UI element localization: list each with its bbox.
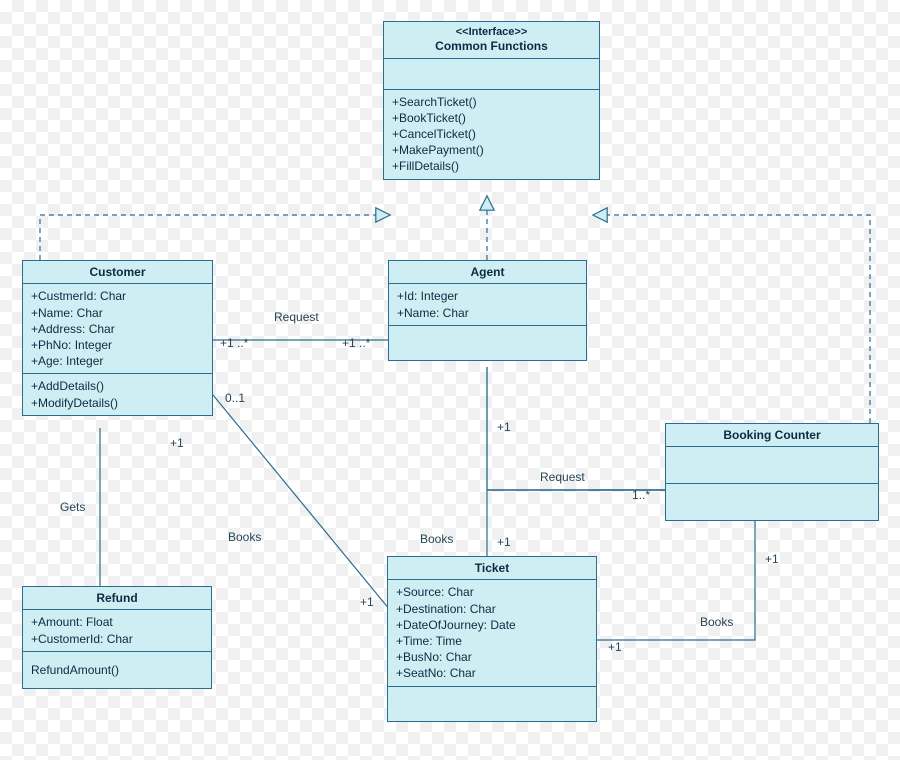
multiplicity: +1	[765, 552, 779, 566]
operations-compartment	[666, 484, 878, 520]
attribute: +Amount: Float	[31, 614, 203, 630]
operations-compartment	[389, 326, 586, 360]
stereotype-label: <<Interface>>	[390, 26, 593, 39]
attribute: +Name: Char	[31, 305, 204, 321]
attribute: +Id: Integer	[397, 288, 578, 304]
operation: +AddDetails()	[31, 378, 204, 394]
operation: +FillDetails()	[392, 158, 591, 174]
class-name: Ticket	[388, 557, 596, 580]
class-refund[interactable]: Refund +Amount: Float +CustomerId: Char …	[22, 586, 212, 689]
operation: +CancelTicket()	[392, 126, 591, 142]
multiplicity: 1..*	[632, 488, 650, 502]
assoc-label-request: Request	[540, 470, 585, 484]
multiplicity: +1	[497, 420, 511, 434]
multiplicity: +1 ..*	[342, 336, 370, 350]
attributes-compartment	[384, 59, 599, 90]
attribute: +BusNo: Char	[396, 649, 588, 665]
operation: +ModifyDetails()	[31, 395, 204, 411]
attribute: +Destination: Char	[396, 601, 588, 617]
attribute: +PhNo: Integer	[31, 337, 204, 353]
attribute: +Age: Integer	[31, 353, 204, 369]
operation: +SearchTicket()	[392, 94, 591, 110]
assoc-label-request: Request	[274, 310, 319, 324]
class-ticket[interactable]: Ticket +Source: Char +Destination: Char …	[387, 556, 597, 722]
assoc-label-books: Books	[420, 532, 453, 546]
operations-compartment: RefundAmount()	[23, 652, 211, 688]
attribute: +Name: Char	[397, 305, 578, 321]
class-name: Common Functions	[390, 39, 593, 53]
attribute: +Source: Char	[396, 584, 588, 600]
attribute: +Time: Time	[396, 633, 588, 649]
attribute: +CustmerId: Char	[31, 288, 204, 304]
operation: +MakePayment()	[392, 142, 591, 158]
class-name: Booking Counter	[666, 424, 878, 447]
multiplicity: +1	[608, 640, 622, 654]
multiplicity: +1 ..*	[220, 336, 248, 350]
assoc-label-books: Books	[228, 530, 261, 544]
attribute: +Address: Char	[31, 321, 204, 337]
attributes-compartment	[666, 447, 878, 484]
class-name: Customer	[23, 261, 212, 284]
operations-compartment	[388, 687, 596, 721]
operation: +BookTicket()	[392, 110, 591, 126]
multiplicity: +1	[170, 436, 184, 450]
assoc-label-books: Books	[700, 615, 733, 629]
assoc-label-gets: Gets	[60, 500, 85, 514]
attribute: +DateOfJourney: Date	[396, 617, 588, 633]
operations-compartment: +SearchTicket() +BookTicket() +CancelTic…	[384, 90, 599, 179]
attribute: +SeatNo: Char	[396, 665, 588, 681]
multiplicity: +1	[497, 535, 511, 549]
class-name: Agent	[389, 261, 586, 284]
class-customer[interactable]: Customer +CustmerId: Char +Name: Char +A…	[22, 260, 213, 416]
multiplicity: 0..1	[225, 391, 245, 405]
operations-compartment: +AddDetails() +ModifyDetails()	[23, 374, 212, 414]
operation: RefundAmount()	[31, 662, 203, 678]
class-name: Refund	[23, 587, 211, 610]
class-common-functions[interactable]: <<Interface>> Common Functions +SearchTi…	[383, 21, 600, 180]
attribute: +CustomerId: Char	[31, 631, 203, 647]
attributes-compartment: +Amount: Float +CustomerId: Char	[23, 610, 211, 651]
multiplicity: +1	[360, 595, 374, 609]
class-agent[interactable]: Agent +Id: Integer +Name: Char	[388, 260, 587, 361]
attributes-compartment: +Source: Char +Destination: Char +DateOf…	[388, 580, 596, 686]
attributes-compartment: +Id: Integer +Name: Char	[389, 284, 586, 325]
class-booking-counter[interactable]: Booking Counter	[665, 423, 879, 521]
diagram-canvas: <<Interface>> Common Functions +SearchTi…	[0, 0, 900, 760]
attributes-compartment: +CustmerId: Char +Name: Char +Address: C…	[23, 284, 212, 374]
